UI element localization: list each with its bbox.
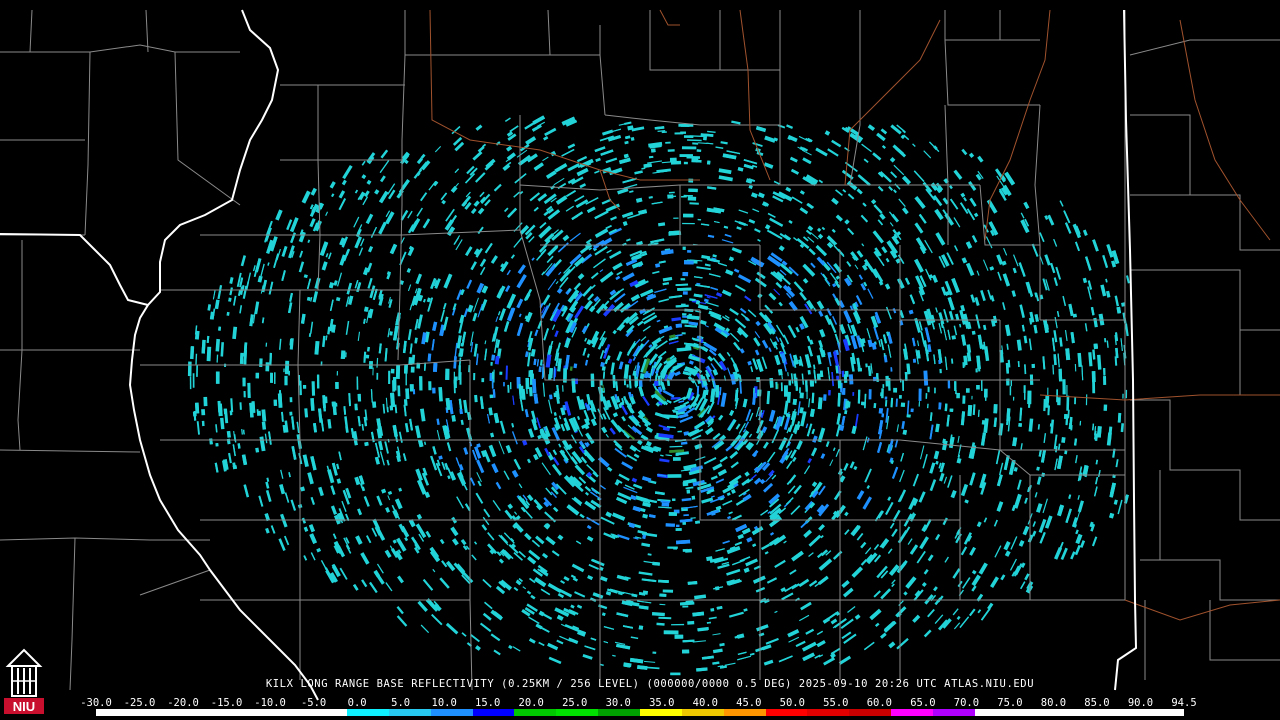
colorbar-labels: -30.0 -25.0 -20.0 -15.0 -10.0 -5.0 0.0 5.0 10.0 1… [80,697,1197,709]
colorbar-segment [1058,709,1101,716]
colorbar-segment [932,709,975,716]
colorbar-segment [137,709,180,716]
colorbar-segment [1016,709,1059,716]
colorbar-label: 0.0 [347,697,367,709]
colorbar-segment [472,709,515,716]
colorbar-segment [974,709,1017,716]
colorbar-label: -10.0 [254,697,286,709]
colorbar-segment [556,709,599,716]
colorbar-label: -25.0 [123,697,156,709]
colorbar-segment [598,709,640,716]
colorbar-segment [1142,709,1184,716]
colorbar-label: 5.0 [391,697,411,709]
colorbar-segment [96,709,138,716]
reflectivity-colorbar [96,709,1184,716]
product-caption: KILX LONG RANGE BASE REFLECTIVITY (0.25K… [265,678,1035,690]
colorbar-label: -20.0 [167,697,199,709]
colorbar-label: 10.0 [431,697,457,709]
colorbar-label: -15.0 [210,697,243,709]
colorbar-label: 30.0 [605,697,631,709]
colorbar-segment [1100,709,1143,716]
colorbar-segment [388,709,431,716]
colorbar-label: 70.0 [953,697,980,709]
colorbar-segment [681,709,724,716]
colorbar-segment [849,709,892,716]
colorbar-segment [305,709,348,716]
colorbar-segment [263,709,306,716]
colorbar-label: 45.0 [736,697,762,709]
colorbar-label: 35.0 [649,697,675,709]
colorbar-label: 60.0 [866,697,893,709]
colorbar-label: 15.0 [475,697,501,709]
colorbar-label: 50.0 [779,697,805,709]
colorbar-label: 90.0 [1127,697,1154,709]
colorbar-label: 55.0 [823,697,849,709]
colorbar-label: -30.0 [80,697,112,709]
colorbar-segment [723,709,766,716]
colorbar-segment [221,709,264,716]
colorbar-label: 20.0 [518,697,544,709]
colorbar-segment [347,709,389,716]
colorbar-label: 40.0 [692,697,718,709]
colorbar-segment [179,709,222,716]
colorbar-label: 85.0 [1084,697,1110,709]
radar-map [0,0,1280,720]
colorbar-label: 25.0 [562,697,588,709]
logo-text: NIU [13,699,35,714]
colorbar-label: 94.5 [1171,697,1197,709]
colorbar-label: 65.0 [910,697,936,709]
colorbar-label: 75.0 [997,697,1023,709]
colorbar-label: -5.0 [300,697,327,709]
colorbar-segment [807,709,850,716]
colorbar-segment [639,709,682,716]
colorbar-segment [765,709,808,716]
colorbar-segment [430,709,473,716]
colorbar-label: 80.0 [1040,697,1067,709]
colorbar-segment [891,709,933,716]
colorbar-segment [514,709,557,716]
